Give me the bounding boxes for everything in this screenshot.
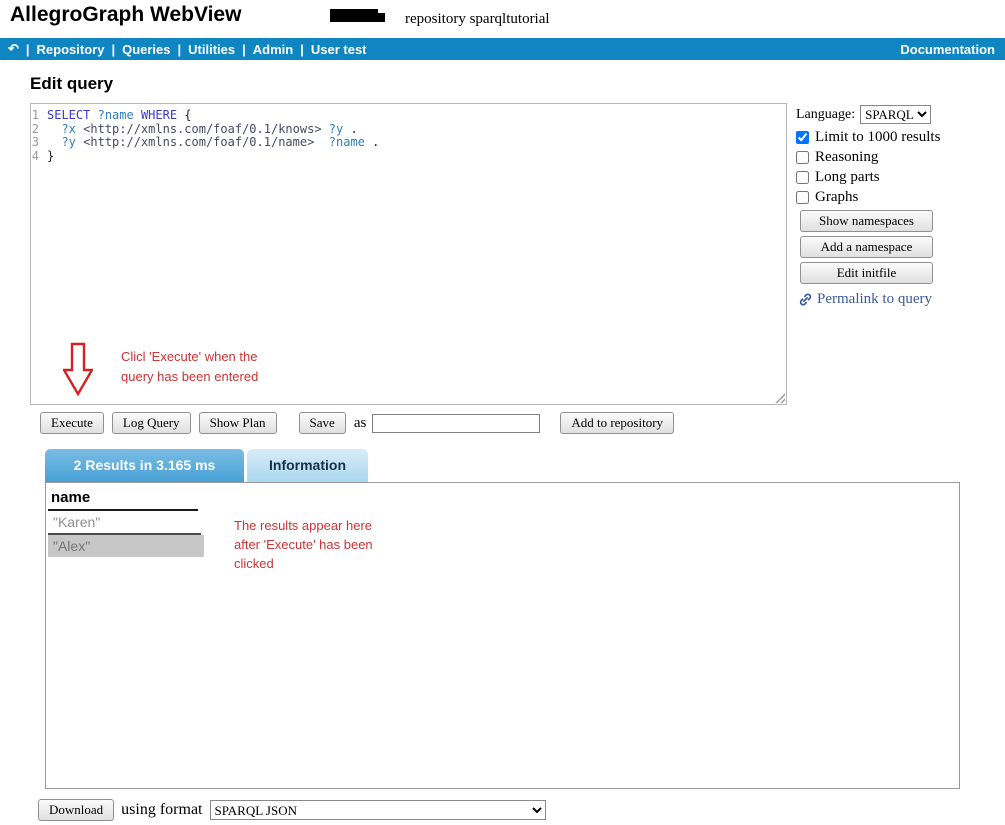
- results-panel: name "Karen" "Alex" The results appear h…: [45, 482, 960, 789]
- reasoning-label: Reasoning: [815, 149, 878, 166]
- page-title: Edit query: [30, 74, 1005, 94]
- long-parts-label: Long parts: [815, 169, 880, 186]
- graphs-checkbox-row[interactable]: Graphs: [796, 189, 1004, 206]
- save-name-input[interactable]: [372, 414, 540, 433]
- repository-label: repository sparqltutorial: [405, 11, 550, 28]
- results-annotation-line: clicked: [234, 554, 373, 573]
- graphs-label: Graphs: [815, 189, 858, 206]
- tab-information[interactable]: Information: [247, 449, 368, 482]
- result-row: "Karen": [48, 511, 201, 535]
- redacted-bar: [330, 9, 378, 22]
- editor-annotation-line: Clicl 'Execute' when the: [121, 347, 258, 367]
- edit-initfile-button[interactable]: Edit initfile: [800, 262, 933, 284]
- query-editor[interactable]: 1SELECT ?name WHERE {2 ?x <http://xmlns.…: [30, 103, 787, 405]
- language-row: Language: SPARQL: [796, 105, 1004, 124]
- limit-checkbox[interactable]: [796, 131, 809, 144]
- code-line: 3 ?y <http://xmlns.com/foaf/0.1/name> ?n…: [31, 136, 786, 150]
- results-annotation: The results appear here after 'Execute' …: [234, 516, 373, 573]
- reasoning-checkbox-row[interactable]: Reasoning: [796, 149, 1004, 166]
- reasoning-checkbox[interactable]: [796, 151, 809, 164]
- as-label: as: [354, 415, 367, 432]
- show-namespaces-button[interactable]: Show namespaces: [800, 210, 933, 232]
- nav-separator: |: [300, 42, 304, 57]
- query-options-panel: Language: SPARQL Limit to 1000 results R…: [796, 103, 1004, 405]
- results-annotation-line: after 'Execute' has been: [234, 535, 373, 554]
- execute-button[interactable]: Execute: [40, 412, 104, 434]
- nav-item-repository[interactable]: Repository: [37, 42, 105, 57]
- back-icon[interactable]: ↶: [8, 41, 19, 57]
- annotation-arrow-icon: [63, 342, 93, 397]
- line-number: 2: [31, 123, 47, 137]
- resize-handle[interactable]: [774, 392, 785, 403]
- redacted-mark: [372, 13, 385, 22]
- code-text: ?y <http://xmlns.com/foaf/0.1/name> ?nam…: [47, 136, 379, 150]
- app-title: AllegroGraph WebView: [10, 3, 241, 27]
- app-header: AllegroGraph WebView repository sparqltu…: [0, 0, 1005, 38]
- query-toolbar: Execute Log Query Show Plan Save as Add …: [40, 412, 1005, 434]
- permalink-link[interactable]: Permalink to query: [798, 291, 1004, 308]
- editor-annotation-line: query has been entered: [121, 367, 258, 387]
- code-line: 1SELECT ?name WHERE {: [31, 109, 786, 123]
- results-column-header: name: [48, 487, 198, 511]
- line-number: 1: [31, 109, 47, 123]
- show-plan-button[interactable]: Show Plan: [199, 412, 277, 434]
- download-bar: Download using format SPARQL JSON: [38, 799, 1005, 821]
- editor-lines: 1SELECT ?name WHERE {2 ?x <http://xmlns.…: [31, 109, 786, 163]
- link-icon: [798, 292, 813, 307]
- log-query-button[interactable]: Log Query: [112, 412, 191, 434]
- graphs-checkbox[interactable]: [796, 191, 809, 204]
- using-format-label: using format: [121, 801, 202, 819]
- language-label: Language:: [796, 107, 855, 123]
- nav-separator: |: [26, 42, 30, 57]
- limit-checkbox-row[interactable]: Limit to 1000 results: [796, 129, 1004, 146]
- line-number: 4: [31, 150, 47, 164]
- main-content: Edit query 1SELECT ?name WHERE {2 ?x <ht…: [30, 74, 1005, 821]
- code-line: 2 ?x <http://xmlns.com/foaf/0.1/knows> ?…: [31, 123, 786, 137]
- limit-label: Limit to 1000 results: [815, 129, 940, 146]
- code-line: 4}: [31, 150, 786, 164]
- nav-item-queries[interactable]: Queries: [122, 42, 170, 57]
- add-to-repository-button[interactable]: Add to repository: [560, 412, 674, 434]
- code-text: SELECT ?name WHERE {: [47, 109, 192, 123]
- nav-separator: |: [178, 42, 182, 57]
- code-text: }: [47, 150, 54, 164]
- nav-item-user-test[interactable]: User test: [311, 42, 367, 57]
- permalink-label: Permalink to query: [817, 291, 932, 308]
- add-namespace-button[interactable]: Add a namespace: [800, 236, 933, 258]
- save-button[interactable]: Save: [299, 412, 346, 434]
- editor-row: 1SELECT ?name WHERE {2 ?x <http://xmlns.…: [30, 103, 1005, 405]
- long-parts-checkbox-row[interactable]: Long parts: [796, 169, 1004, 186]
- tab-results[interactable]: 2 Results in 3.165 ms: [45, 449, 244, 482]
- nav-item-admin[interactable]: Admin: [253, 42, 293, 57]
- results-annotation-line: The results appear here: [234, 516, 373, 535]
- results-tabs: 2 Results in 3.165 ms Information: [45, 449, 1005, 482]
- format-select[interactable]: SPARQL JSON: [210, 800, 546, 820]
- long-parts-checkbox[interactable]: [796, 171, 809, 184]
- nav-item-utilities[interactable]: Utilities: [188, 42, 235, 57]
- language-select[interactable]: SPARQL: [860, 105, 931, 124]
- main-nav: ↶ | Repository | Queries | Utilities | A…: [0, 38, 1005, 60]
- editor-annotation: Clicl 'Execute' when the query has been …: [121, 347, 258, 387]
- nav-documentation-link[interactable]: Documentation: [900, 42, 995, 57]
- result-row: "Alex": [48, 535, 204, 557]
- download-button[interactable]: Download: [38, 799, 114, 821]
- code-text: ?x <http://xmlns.com/foaf/0.1/knows> ?y …: [47, 123, 358, 137]
- nav-separator: |: [111, 42, 115, 57]
- nav-menu: ↶ | Repository | Queries | Utilities | A…: [8, 41, 367, 57]
- nav-separator: |: [242, 42, 246, 57]
- line-number: 3: [31, 136, 47, 150]
